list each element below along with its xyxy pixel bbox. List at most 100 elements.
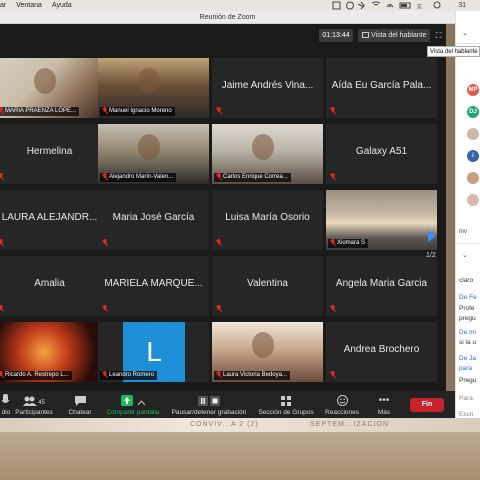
share-screen-button[interactable]: Compartir pantalla — [101, 393, 165, 416]
video-tile[interactable]: Ricardo A. Restrepo L... — [0, 322, 105, 382]
participant-name: Jaime Andrés Vina... — [221, 80, 314, 91]
video-tile[interactable]: L Leandro Romero — [98, 322, 209, 382]
video-tile[interactable]: Carlos Enrique Correa... — [212, 124, 323, 184]
meeting-timer: 01:13:44 — [319, 29, 353, 42]
more-icon: ••• — [378, 395, 390, 406]
mic-muted-icon — [0, 239, 4, 247]
video-tile[interactable]: Andrea Brochero — [326, 322, 437, 382]
video-tile[interactable]: MARIA PRAENZA LOPE... — [0, 58, 105, 118]
chevron-down-icon[interactable]: ⌄ — [462, 29, 468, 37]
participant-avatar[interactable] — [467, 172, 479, 184]
mic-muted-icon — [330, 239, 336, 247]
mic-muted-icon — [216, 173, 222, 181]
video-tile[interactable]: Jaime Andrés Vina... — [212, 58, 323, 118]
participant-silhouette — [138, 68, 160, 94]
status-icons: 🇪 — [332, 1, 441, 10]
breakout-rooms-icon — [281, 396, 291, 406]
menu-item[interactable]: ar — [0, 2, 6, 9]
video-tile[interactable]: Alejandro Marín-Valen... — [98, 124, 209, 184]
chat-message-line: pregu — [459, 315, 476, 322]
menu-item-ayuda[interactable]: Ayuda — [52, 2, 72, 9]
mic-muted-icon — [102, 173, 108, 181]
participant-silhouette — [138, 134, 160, 160]
participant-name: Alejandro Marín-Valen... — [100, 173, 177, 182]
video-tile[interactable]: Luisa María Osorio — [212, 190, 323, 250]
invite-button[interactable]: Inv — [459, 229, 467, 235]
desk-label: SEPTEM...IZACION — [310, 421, 390, 428]
chat-message-line: De mi — [459, 329, 476, 336]
chevron-up-icon[interactable] — [138, 400, 145, 406]
video-tile[interactable]: Maria José García — [98, 190, 209, 250]
record-button[interactable]: Pausar/detener grabación — [168, 393, 250, 416]
participant-silhouette — [34, 68, 56, 94]
tooltip: Vista del hablante — [427, 46, 480, 57]
video-tile[interactable]: Amalia — [0, 256, 105, 316]
video-tile[interactable]: Galaxy A51 — [326, 124, 437, 184]
speaker-view-button[interactable]: Vista del hablante — [358, 29, 430, 42]
menu-item-ventana[interactable]: Ventana — [16, 2, 42, 9]
video-tile[interactable]: Laura Victoria Bedoya... — [212, 322, 323, 382]
mic-muted-icon — [0, 305, 4, 313]
participant-name: Hermelina — [26, 146, 73, 157]
mic-muted-icon — [330, 305, 336, 313]
video-tile[interactable]: Aída Eu García Pala... — [326, 58, 437, 118]
participant-name: MARIA PRAENZA LOPE... — [0, 107, 80, 116]
record-label: Pausar/detener grabación — [171, 409, 247, 416]
menubar-status: 🇪 31 — [331, 0, 476, 11]
video-tile[interactable]: Valentina — [212, 256, 323, 316]
pause-stop-icon — [198, 396, 220, 406]
participant-name: Angela Maria Garcia — [335, 278, 428, 289]
speaker-view-label: Vista del hablante — [371, 32, 427, 39]
participant-name: Amalia — [34, 278, 65, 289]
end-meeting-button[interactable]: Fin — [410, 398, 444, 412]
mic-muted-icon — [102, 107, 108, 115]
mic-muted-icon — [330, 173, 336, 181]
mic-muted-icon — [0, 107, 4, 115]
mic-muted-icon — [102, 371, 108, 379]
chat-input[interactable]: Escri — [459, 411, 473, 418]
mic-muted-icon — [216, 305, 222, 313]
participant-avatar[interactable]: MP — [467, 84, 479, 96]
chat-message-line: De Fe — [459, 294, 477, 301]
participant-avatar[interactable]: DJ — [467, 106, 479, 118]
participants-chat-panel: ⌄ MP DJ i Inv ⌄ claro De Fe Profe pregu De mi s… — [455, 11, 480, 418]
background-desk: CONVIV...A 2 (2) SEPTEM...IZACION — [0, 418, 480, 480]
video-tile[interactable]: LAURA ALEJANDR... — [0, 190, 105, 250]
fullscreen-icon[interactable]: ⛶ — [433, 29, 444, 42]
next-page-button[interactable]: 1/2 — [424, 216, 446, 266]
breakout-rooms-button[interactable]: Sección de Grupos — [254, 393, 318, 416]
video-tile[interactable]: Xiomara S — [326, 190, 437, 250]
mic-icon — [2, 394, 10, 403]
participant-avatar[interactable] — [467, 128, 479, 140]
chat-message-line: Para: — [459, 395, 475, 402]
audio-button[interactable]: dio — [0, 393, 12, 416]
participants-icon — [23, 396, 38, 406]
participant-name: Laura Victoria Bedoya... — [214, 371, 290, 380]
window-title: Reunión de Zoom — [0, 11, 455, 24]
video-tile[interactable]: Hermelina — [0, 124, 105, 184]
chevron-down-icon[interactable]: ⌄ — [462, 251, 468, 259]
video-tile[interactable]: MARIELA MARQUE... — [98, 256, 209, 316]
chat-button[interactable]: Chatear — [62, 393, 98, 416]
video-tile[interactable]: Angela Maria Garcia — [326, 256, 437, 316]
video-tile[interactable]: Manuel Ignacio Moreno — [98, 58, 209, 118]
chat-message-line: si la u — [459, 339, 476, 346]
reactions-button[interactable]: Reacciones — [321, 393, 363, 416]
more-button[interactable]: ••• Más — [368, 393, 400, 416]
participants-button[interactable]: 45 Participantes — [12, 393, 56, 416]
participant-avatar[interactable]: i — [467, 150, 479, 162]
participant-avatar[interactable] — [467, 194, 479, 206]
participant-silhouette — [252, 134, 274, 160]
grid-icon — [362, 32, 369, 38]
participants-label: Participantes — [15, 409, 53, 416]
page-indicator: 1/2 — [426, 252, 436, 259]
mic-muted-icon — [102, 239, 108, 247]
mic-muted-icon — [0, 371, 4, 379]
divider — [456, 43, 480, 44]
participant-name: Valentina — [247, 278, 288, 289]
chat-message-line: claro — [459, 277, 474, 284]
participant-name: MARIELA MARQUE... — [104, 278, 203, 289]
chat-message-line: Pregu — [459, 377, 477, 384]
paper-strip: CONVIV...A 2 (2) SEPTEM...IZACION — [0, 418, 480, 432]
participant-name: Andrea Brochero — [343, 344, 420, 355]
